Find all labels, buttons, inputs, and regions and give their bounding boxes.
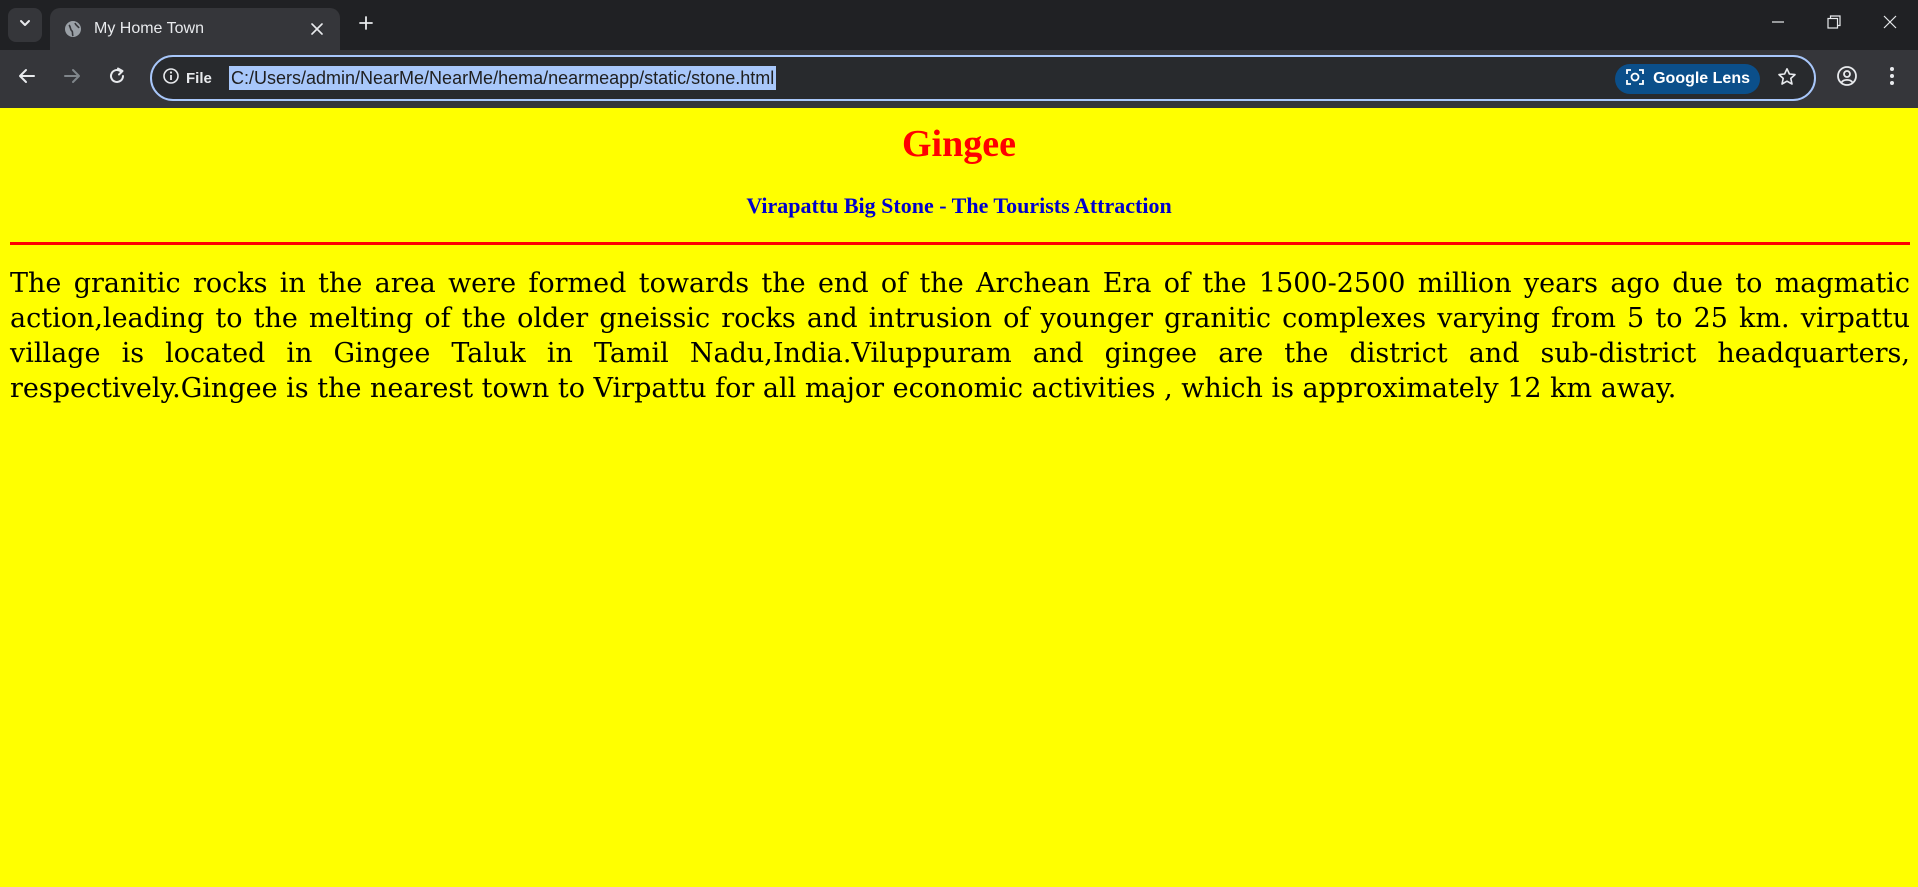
divider bbox=[10, 242, 1910, 245]
close-icon bbox=[1883, 15, 1897, 34]
browser-menu-button[interactable] bbox=[1874, 59, 1910, 97]
url-text[interactable]: C:/Users/admin/NearMe/NearMe/hema/nearme… bbox=[229, 66, 777, 90]
info-icon bbox=[162, 67, 180, 90]
arrow-right-icon bbox=[63, 67, 81, 90]
new-tab-button[interactable] bbox=[349, 8, 383, 42]
restore-button[interactable] bbox=[1811, 4, 1857, 44]
restore-icon bbox=[1827, 14, 1841, 34]
bookmark-button[interactable] bbox=[1774, 66, 1800, 92]
browser-tab[interactable]: My Home Town bbox=[50, 8, 340, 50]
page-title: Gingee bbox=[902, 123, 1016, 165]
browser-toolbar: File C:/Users/admin/NearMe/NearMe/hema/n… bbox=[0, 50, 1918, 108]
page-subtitle: Virapattu Big Stone - The Tourists Attra… bbox=[746, 193, 1172, 218]
tab-title: My Home Town bbox=[94, 20, 204, 37]
description-paragraph: The granitic rocks in the area were form… bbox=[10, 268, 1910, 404]
profile-button[interactable] bbox=[1828, 59, 1866, 97]
page-content: Gingee Virapattu Big Stone - The Tourist… bbox=[0, 108, 1918, 887]
minimize-icon bbox=[1771, 15, 1785, 34]
chevron-down-icon bbox=[18, 16, 32, 35]
google-lens-label: Google Lens bbox=[1653, 70, 1750, 87]
tab-strip: My Home Town bbox=[0, 0, 1918, 50]
reload-icon bbox=[108, 67, 126, 90]
arrow-left-icon bbox=[18, 67, 36, 90]
site-info-button[interactable]: File bbox=[162, 67, 212, 89]
star-icon bbox=[1777, 67, 1797, 92]
forward-button[interactable] bbox=[53, 59, 91, 97]
close-window-button[interactable] bbox=[1867, 4, 1913, 44]
globe-icon bbox=[64, 20, 82, 38]
google-lens-button[interactable]: Google Lens bbox=[1615, 64, 1760, 94]
site-info-label: File bbox=[186, 69, 212, 87]
minimize-button[interactable] bbox=[1755, 4, 1801, 44]
more-vert-icon bbox=[1889, 66, 1895, 91]
plus-icon bbox=[358, 15, 374, 36]
tab-search-button[interactable] bbox=[8, 8, 42, 42]
account-circle-icon bbox=[1836, 65, 1858, 92]
reload-button[interactable] bbox=[98, 59, 136, 97]
close-tab-icon[interactable] bbox=[306, 18, 328, 40]
address-bar[interactable]: File C:/Users/admin/NearMe/NearMe/hema/n… bbox=[150, 55, 1816, 101]
back-button[interactable] bbox=[8, 59, 46, 97]
camera-lens-icon bbox=[1625, 67, 1645, 92]
